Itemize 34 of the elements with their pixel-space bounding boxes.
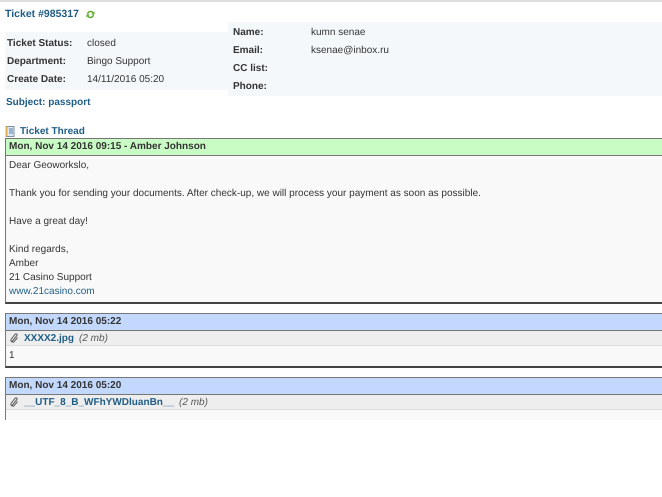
file-size: (2 mb) (179, 396, 208, 408)
field-label: Email: (233, 44, 264, 56)
paperclip-icon (10, 397, 19, 407)
message-text: Amber (9, 257, 40, 271)
paperclip-icon (10, 333, 19, 343)
field-value: closed (87, 38, 116, 48)
field-label: CC list: (233, 62, 269, 74)
message-text: Thank you for sending your documents. After check-up, we will process your payment as soon as possible. (9, 187, 482, 201)
ticket-title[interactable]: Ticket #985317 (5, 8, 79, 20)
message-text: 1 (9, 349, 16, 363)
thread-heading[interactable]: Ticket Thread (20, 126, 85, 136)
field-value: 14/11/2016 05:20 (87, 74, 164, 84)
entry-header: Mon, Nov 14 2016 05:20 (6, 378, 662, 395)
message-text: Dear Geoworkslo, (9, 159, 90, 173)
message-text: Kind regards, (9, 243, 70, 257)
field-value: kumn senae (311, 26, 366, 38)
field-value: Bingo Support (87, 56, 150, 66)
field-value: ksenae@inbox.ru (311, 44, 389, 56)
field-label: Department: (6, 56, 67, 66)
field-label: Create Date: (6, 74, 67, 84)
message-text: 21 Casino Support (9, 271, 93, 285)
refresh-icon[interactable] (84, 8, 96, 20)
field-label: Phone: (233, 80, 268, 92)
attachment-link[interactable]: __UTF_8_B_WFhYWDluanBn__ (24, 396, 174, 408)
field-label: Ticket Status: (6, 38, 74, 48)
file-size: (2 mb) (79, 332, 108, 344)
field-label: Name: (233, 26, 265, 38)
entry-header: Mon, Nov 14 2016 05:22 (6, 314, 662, 331)
website-link[interactable]: www.21casino.com (9, 286, 95, 297)
message-text: Have a great day! (9, 215, 89, 229)
document-icon (5, 126, 16, 136)
subject-heading: Subject: passport (5, 96, 92, 110)
attachment-link[interactable]: XXXX2.jpg (24, 332, 74, 344)
entry-header: Mon, Nov 14 2016 09:15 - Amber Johnson (6, 139, 662, 156)
